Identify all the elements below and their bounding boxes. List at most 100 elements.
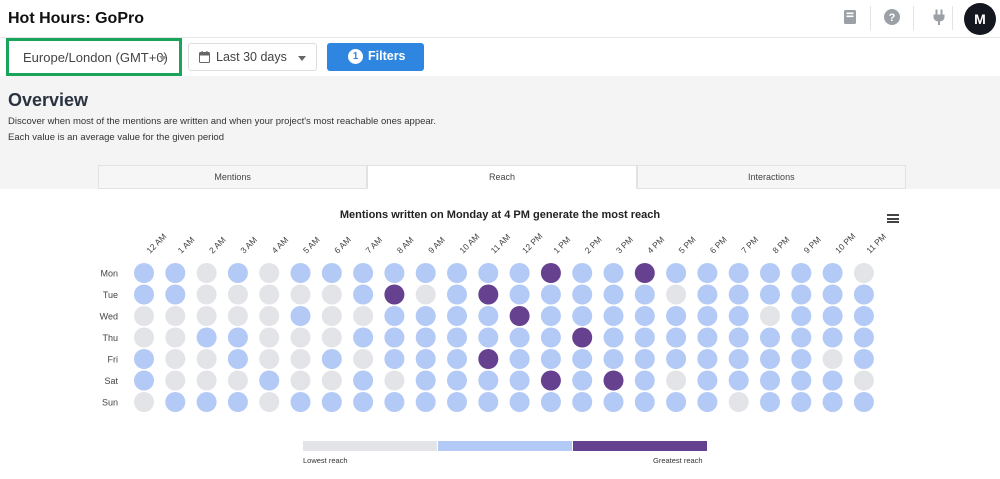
heatmap-cell[interactable] (227, 306, 248, 326)
heatmap-cell[interactable] (634, 263, 655, 283)
heatmap-cell[interactable] (822, 392, 843, 412)
heatmap-cell[interactable] (321, 284, 342, 305)
heatmap-cell[interactable] (509, 370, 530, 391)
heatmap-cell[interactable] (290, 284, 311, 305)
heatmap-cell[interactable] (853, 349, 874, 369)
heatmap-cell[interactable] (227, 327, 248, 348)
heatmap-cell[interactable] (447, 370, 467, 391)
heatmap-cell[interactable] (509, 349, 530, 369)
heatmap-cell[interactable] (353, 349, 374, 369)
heatmap-cell[interactable] (603, 284, 624, 305)
heatmap-cell[interactable] (447, 392, 467, 412)
heatmap-cell[interactable] (353, 327, 374, 348)
heatmap-cell[interactable] (666, 327, 687, 348)
heatmap-cell[interactable] (384, 392, 405, 412)
heatmap-cell[interactable] (822, 284, 843, 305)
heatmap-cell[interactable] (540, 284, 561, 305)
heatmap-cell[interactable] (791, 392, 812, 412)
heatmap-cell[interactable] (697, 392, 718, 412)
heatmap-cell[interactable] (853, 263, 874, 283)
heatmap-cell[interactable] (760, 327, 780, 348)
heatmap-cell[interactable] (353, 392, 374, 412)
heatmap-cell[interactable] (165, 263, 186, 283)
heatmap-cell[interactable] (728, 306, 749, 326)
heatmap-cell[interactable] (540, 370, 561, 391)
heatmap-cell[interactable] (666, 306, 687, 326)
heatmap-cell[interactable] (134, 263, 154, 283)
heatmap-cell[interactable] (666, 392, 687, 412)
heatmap-cell[interactable] (227, 370, 248, 391)
heatmap-cell[interactable] (603, 327, 624, 348)
heatmap-cell[interactable] (353, 370, 374, 391)
heatmap-cell[interactable] (634, 284, 655, 305)
heatmap-cell[interactable] (196, 370, 217, 391)
heatmap-cell[interactable] (666, 284, 687, 305)
heatmap-cell[interactable] (697, 370, 718, 391)
heatmap-cell[interactable] (509, 263, 530, 283)
heatmap-cell[interactable] (791, 263, 812, 283)
heatmap-cell[interactable] (572, 370, 593, 391)
heatmap-cell[interactable] (196, 284, 217, 305)
heatmap-cell[interactable] (853, 370, 874, 391)
heatmap-cell[interactable] (728, 370, 749, 391)
heatmap-cell[interactable] (666, 263, 687, 283)
heatmap-cell[interactable] (259, 370, 280, 391)
heatmap-cell[interactable] (540, 263, 561, 283)
heatmap-cell[interactable] (290, 327, 311, 348)
heatmap-cell[interactable] (134, 370, 154, 391)
heatmap-cell[interactable] (760, 370, 780, 391)
heatmap-cell[interactable] (384, 327, 405, 348)
heatmap-cell[interactable] (540, 327, 561, 348)
heatmap-cell[interactable] (791, 306, 812, 326)
heatmap-cell[interactable] (697, 327, 718, 348)
heatmap-cell[interactable] (822, 306, 843, 326)
heatmap-cell[interactable] (134, 306, 154, 326)
heatmap-cell[interactable] (540, 349, 561, 369)
heatmap-cell[interactable] (760, 306, 780, 326)
heatmap-cell[interactable] (540, 306, 561, 326)
heatmap-cell[interactable] (822, 327, 843, 348)
heatmap-cell[interactable] (415, 392, 436, 412)
heatmap-cell[interactable] (196, 327, 217, 348)
heatmap-cell[interactable] (196, 306, 217, 326)
heatmap-cell[interactable] (728, 284, 749, 305)
heatmap-cell[interactable] (853, 306, 874, 326)
heatmap-cell[interactable] (353, 263, 374, 283)
heatmap-cell[interactable] (760, 349, 780, 369)
heatmap-cell[interactable] (634, 306, 655, 326)
heatmap-cell[interactable] (697, 284, 718, 305)
heatmap-cell[interactable] (666, 349, 687, 369)
heatmap-cell[interactable] (321, 306, 342, 326)
heatmap-cell[interactable] (634, 370, 655, 391)
heatmap-cell[interactable] (697, 349, 718, 369)
heatmap-cell[interactable] (259, 392, 280, 412)
heatmap-cell[interactable] (478, 306, 499, 326)
heatmap-cell[interactable] (290, 263, 311, 283)
heatmap-cell[interactable] (791, 349, 812, 369)
heatmap-cell[interactable] (134, 284, 154, 305)
heatmap-cell[interactable] (822, 263, 843, 283)
heatmap-cell[interactable] (478, 263, 499, 283)
heatmap-cell[interactable] (290, 392, 311, 412)
heatmap-cell[interactable] (572, 327, 593, 348)
heatmap-cell[interactable] (165, 392, 186, 412)
heatmap-cell[interactable] (572, 349, 593, 369)
heatmap-cell[interactable] (384, 263, 405, 283)
heatmap-cell[interactable] (227, 349, 248, 369)
heatmap-cell[interactable] (447, 284, 467, 305)
heatmap-cell[interactable] (478, 284, 499, 305)
heatmap-cell[interactable] (384, 306, 405, 326)
heatmap-cell[interactable] (666, 370, 687, 391)
heatmap-cell[interactable] (572, 263, 593, 283)
heatmap-cell[interactable] (321, 349, 342, 369)
heatmap-cell[interactable] (447, 263, 467, 283)
heatmap-cell[interactable] (165, 327, 186, 348)
heatmap-cell[interactable] (572, 284, 593, 305)
heatmap-cell[interactable] (134, 327, 154, 348)
heatmap-cell[interactable] (196, 349, 217, 369)
heatmap-cell[interactable] (415, 263, 436, 283)
heatmap-cell[interactable] (321, 263, 342, 283)
heatmap-cell[interactable] (822, 370, 843, 391)
heatmap-cell[interactable] (509, 392, 530, 412)
heatmap-cell[interactable] (478, 392, 499, 412)
